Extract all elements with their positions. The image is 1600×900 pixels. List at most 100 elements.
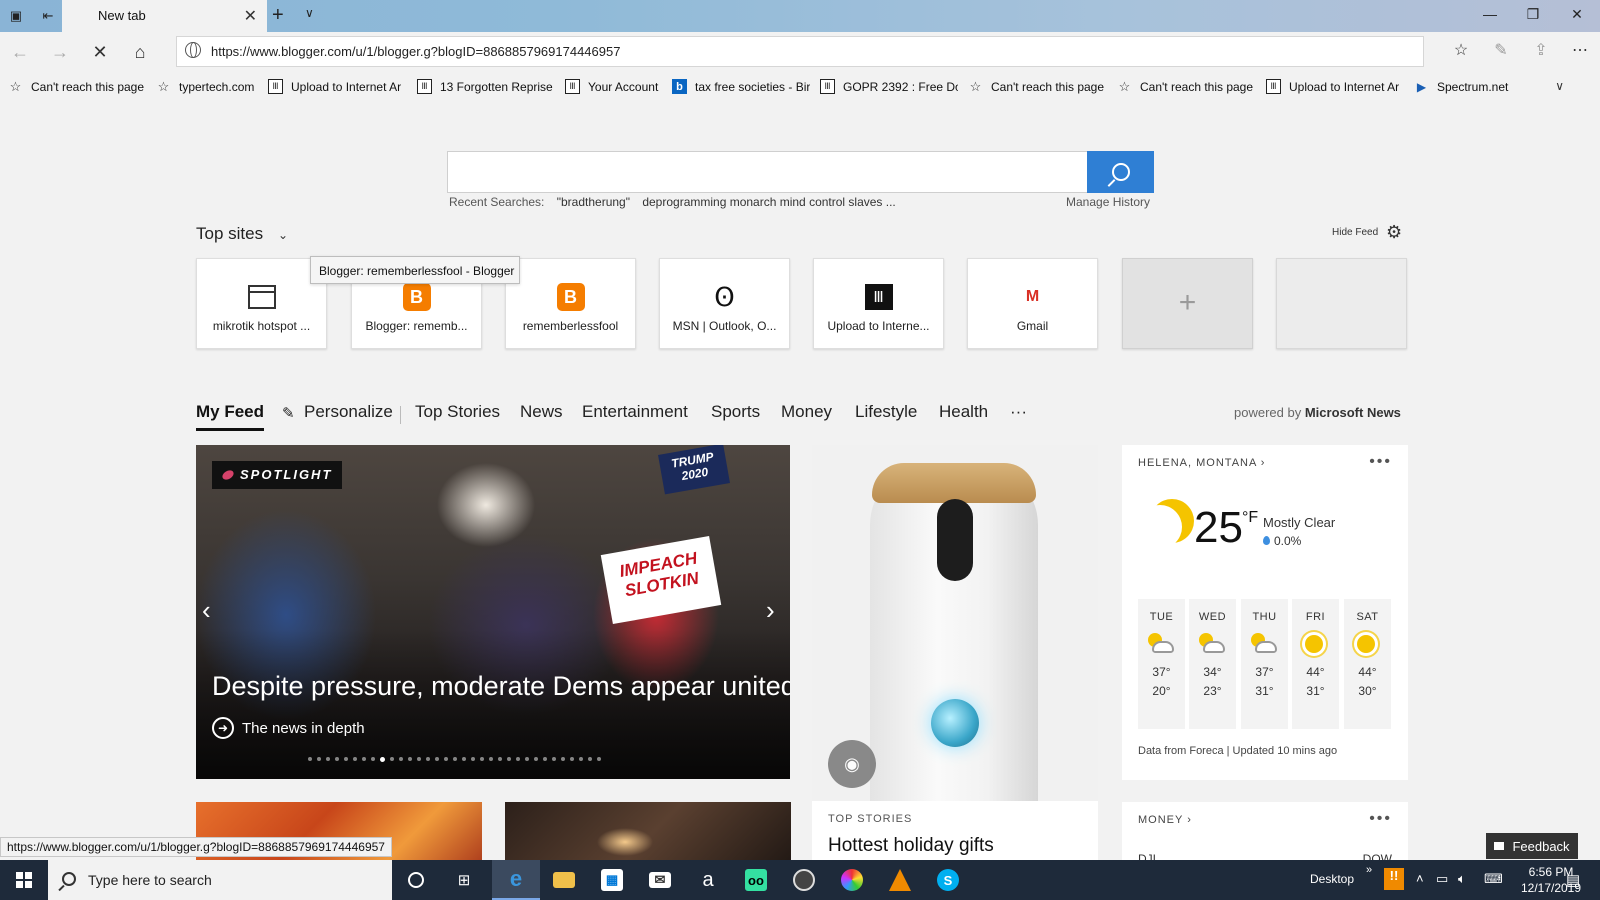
top-site-tile[interactable]: M Gmail: [967, 258, 1098, 349]
close-tab-icon[interactable]: ✕: [244, 6, 257, 26]
carousel-dot[interactable]: [399, 757, 403, 761]
more-menu-icon[interactable]: ⋯: [1568, 40, 1592, 64]
manage-history-link[interactable]: Manage History: [1066, 195, 1150, 209]
carousel-dot[interactable]: [471, 757, 475, 761]
carousel-dot[interactable]: [597, 757, 601, 761]
top-site-tile[interactable]: mikrotik hotspot ...: [196, 258, 327, 349]
tab-health[interactable]: Health: [939, 402, 988, 422]
forecast-day[interactable]: FRI 44° 31°: [1292, 599, 1339, 729]
tab-top-stories[interactable]: Top Stories: [415, 402, 500, 422]
carousel-dot[interactable]: [435, 757, 439, 761]
add-top-site-tile[interactable]: +: [1122, 258, 1253, 349]
feedback-button[interactable]: Feedback: [1486, 833, 1578, 859]
store-icon[interactable]: ▦: [588, 860, 636, 900]
forecast-day[interactable]: THU 37° 31°: [1241, 599, 1288, 729]
weather-location[interactable]: HELENA, MONTANA ›: [1138, 457, 1265, 469]
carousel-dot[interactable]: [308, 757, 312, 761]
address-bar[interactable]: https://www.blogger.com/u/1/blogger.g?bl…: [176, 36, 1424, 67]
carousel-dot[interactable]: [380, 756, 385, 762]
new-tab-icon[interactable]: +: [272, 4, 284, 27]
tab-sports[interactable]: Sports: [711, 402, 760, 422]
favorites-hub-icon[interactable]: ☆: [1449, 40, 1473, 64]
keyboard-icon[interactable]: ⌨: [1484, 871, 1503, 887]
edge-icon[interactable]: e: [492, 860, 540, 900]
chevron-down-icon[interactable]: ⌄: [278, 228, 288, 242]
top-site-tile[interactable]: Ⅲ Upload to Interne...: [813, 258, 944, 349]
tab-entertainment[interactable]: Entertainment: [582, 402, 688, 422]
hero-headline[interactable]: Despite pressure, moderate Dems appear u…: [212, 671, 790, 702]
amazon-icon[interactable]: a: [684, 860, 732, 900]
top-site-tile[interactable]: Ꙩ MSN | Outlook, O...: [659, 258, 790, 349]
carousel-dot[interactable]: [362, 757, 366, 761]
favorite-item[interactable]: ☆ Can't reach this page: [1117, 79, 1257, 94]
minimize-icon[interactable]: —: [1475, 6, 1505, 22]
favorite-item[interactable]: ☆ Can't reach this page: [8, 79, 146, 94]
tab-money[interactable]: Money: [781, 402, 832, 422]
spotlight-carousel[interactable]: IMPEACH SLOTKIN KEEP TRUMP TRUMP 2020 SP…: [196, 445, 790, 779]
start-button[interactable]: [0, 860, 48, 900]
set-tabs-aside-icon[interactable]: ⇤: [38, 6, 58, 26]
carousel-dot[interactable]: [579, 757, 583, 761]
carousel-dot[interactable]: [390, 757, 394, 761]
carousel-dot[interactable]: [480, 757, 484, 761]
carousel-dot[interactable]: [462, 757, 466, 761]
mail-icon[interactable]: ✉: [636, 860, 684, 900]
gear-icon[interactable]: ⚙: [1386, 222, 1402, 243]
address-text[interactable]: https://www.blogger.com/u/1/blogger.g?bl…: [211, 44, 620, 59]
favorite-item[interactable]: b tax free societies - Bir: [672, 79, 810, 94]
carousel-dot[interactable]: [453, 757, 457, 761]
favorite-item[interactable]: Ⅲ Upload to Internet Ar: [268, 79, 406, 94]
hero-subtitle-link[interactable]: ➜ The news in depth: [212, 717, 365, 739]
home-icon[interactable]: ⌂: [128, 41, 152, 65]
task-view-icon[interactable]: ⊞: [440, 860, 488, 900]
carousel-dot[interactable]: [543, 757, 547, 761]
tab-list-chevron-icon[interactable]: ∨: [305, 6, 314, 20]
empty-top-site-tile[interactable]: [1276, 258, 1407, 349]
temperature-unit[interactable]: °F: [1242, 509, 1258, 527]
carousel-dot[interactable]: [326, 757, 330, 761]
network-icon[interactable]: ▭: [1436, 871, 1448, 887]
more-options-icon[interactable]: •••: [1369, 810, 1392, 828]
restore-icon[interactable]: ❐: [1518, 6, 1548, 23]
search-button[interactable]: [1087, 151, 1154, 193]
share-icon[interactable]: ⇪: [1529, 40, 1553, 64]
add-notes-icon[interactable]: ✎: [1489, 40, 1513, 64]
carousel-dot[interactable]: [588, 757, 592, 761]
skype-icon[interactable]: S: [924, 860, 972, 900]
carousel-next-icon[interactable]: ›: [766, 595, 775, 626]
carousel-dot[interactable]: [353, 757, 357, 761]
tab-actions-icon[interactable]: ▣: [6, 6, 26, 26]
favorite-item[interactable]: ☆ typertech.com: [156, 79, 261, 94]
tab-lifestyle[interactable]: Lifestyle: [855, 402, 917, 422]
carousel-dot[interactable]: [444, 757, 448, 761]
more-tabs-icon[interactable]: ···: [1010, 402, 1027, 422]
hide-feed-link[interactable]: Hide Feed: [1332, 227, 1378, 238]
color-app-icon[interactable]: [828, 860, 876, 900]
weather-card[interactable]: HELENA, MONTANA › ••• 25 °F Mostly Clear…: [1122, 445, 1408, 780]
favorite-item[interactable]: Ⅲ GOPR 2392 : Free Do: [820, 79, 958, 94]
volume-icon[interactable]: 🔈︎: [1458, 871, 1466, 887]
carousel-indicator[interactable]: [308, 756, 601, 762]
carousel-dot[interactable]: [335, 757, 339, 761]
tab-news[interactable]: News: [520, 402, 563, 422]
more-options-icon[interactable]: •••: [1369, 453, 1392, 471]
carousel-dot[interactable]: [534, 757, 538, 761]
favorites-overflow-chevron-icon[interactable]: ∨: [1555, 79, 1564, 93]
recent-search-item[interactable]: deprogramming monarch mind control slave…: [642, 195, 895, 209]
carousel-dot[interactable]: [498, 757, 502, 761]
back-icon[interactable]: ←: [8, 41, 32, 65]
favorite-item[interactable]: Ⅲ Upload to Internet Ar: [1266, 79, 1404, 94]
cortana-icon[interactable]: [392, 860, 440, 900]
desktop-toolbar-label[interactable]: Desktop: [1310, 872, 1354, 886]
weather-footer[interactable]: Data from Foreca | Updated 10 mins ago: [1138, 745, 1337, 757]
forecast-day[interactable]: TUE 37° 20°: [1138, 599, 1185, 729]
carousel-dot[interactable]: [317, 757, 321, 761]
camera-app-icon[interactable]: [780, 860, 828, 900]
camera-icon[interactable]: ◉: [828, 740, 876, 788]
top-stories-card[interactable]: ◉ TOP STORIES Hottest holiday gifts: [812, 445, 1098, 865]
forecast-day[interactable]: SAT 44° 30°: [1344, 599, 1391, 729]
show-hidden-icons-icon[interactable]: ˄: [1416, 871, 1424, 886]
stop-loading-icon[interactable]: ✕: [88, 41, 112, 65]
carousel-dot[interactable]: [552, 757, 556, 761]
carousel-prev-icon[interactable]: ‹: [202, 595, 211, 626]
